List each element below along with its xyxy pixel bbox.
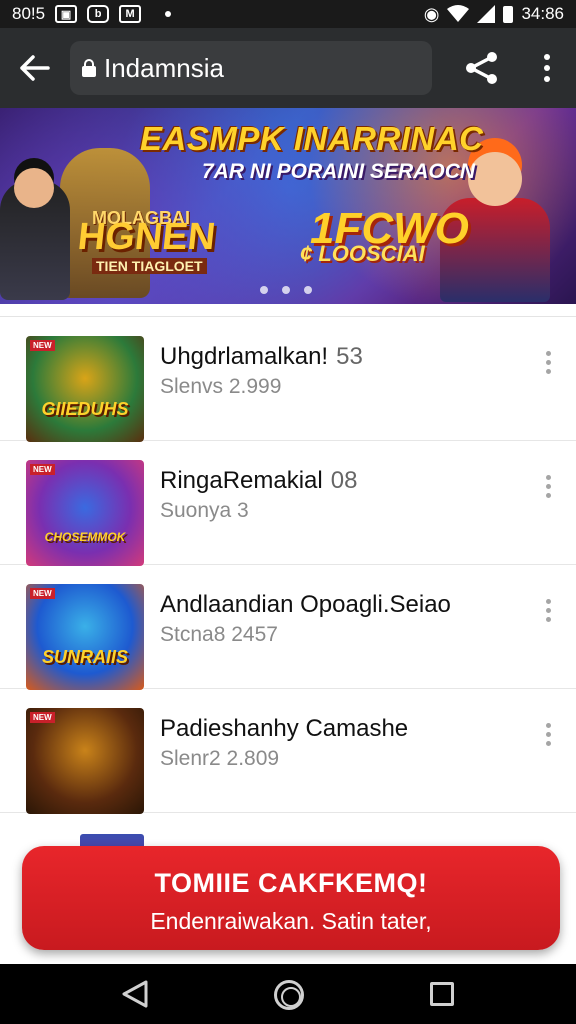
mail-icon: M xyxy=(119,5,142,23)
banner-logo: HGNEN xyxy=(75,216,218,258)
banner-page-indicator[interactable] xyxy=(260,286,312,294)
more-vert-icon[interactable] xyxy=(538,345,558,379)
list-item[interactable]: NEW Padieshanhy Camashe Slenr2 2.809 xyxy=(0,689,576,814)
url-bar[interactable]: Indamnsia xyxy=(70,41,432,95)
app-bar: Indamnsia xyxy=(0,28,576,108)
share-icon xyxy=(466,52,497,84)
alert-banner[interactable]: TOMIIE CAKFKEMQ! Endenraiwakan. Satin ta… xyxy=(22,846,560,950)
banner-logo-bottom: TIEN TIAGLOET xyxy=(92,258,207,274)
game-thumbnail: NEW SUNRAIIS xyxy=(26,584,144,690)
item-count: 53 xyxy=(336,343,363,370)
game-thumbnail: NEW CHOSEMMOK xyxy=(26,460,144,566)
alert-title: TOMIIE CAKFKEMQ! xyxy=(154,868,428,898)
alert-message: Endenraiwakan. Satin tater, xyxy=(150,908,432,934)
nav-recents-icon[interactable] xyxy=(430,982,454,1006)
page-dot[interactable] xyxy=(304,286,312,294)
item-title-text: Andlaandian Opoagli.Seiao xyxy=(160,591,451,618)
banner-hero-left-head-art xyxy=(14,168,54,208)
lock-icon xyxy=(82,59,96,77)
location-icon: ◉ xyxy=(423,3,440,24)
game-list: NEW GIIEDUHS Uhgdrlamalkan! 53 Slenvs 2.9… xyxy=(0,316,576,814)
promo-banner[interactable]: EASMPK INARRINAC 7AR NI PORAINI SERAOCN … xyxy=(0,108,576,304)
game-thumbnail: NEW xyxy=(26,708,144,814)
status-bar: 80!5 ▣ b M ◉ 34:86 xyxy=(0,0,576,28)
status-time-right: 34:86 xyxy=(521,4,564,23)
back-arrow-icon xyxy=(20,55,50,81)
item-title-text: Uhgdrlamalkan! xyxy=(160,343,329,370)
more-vert-icon[interactable] xyxy=(538,469,558,503)
more-vert-icon[interactable] xyxy=(538,717,558,751)
item-subtitle: Stcna8 2457 xyxy=(160,623,278,646)
list-item[interactable]: NEW CHOSEMMOK RingaRemakial 08 Suonya 3 xyxy=(0,441,576,566)
nav-back-icon[interactable] xyxy=(120,980,150,1008)
item-subtitle: Slenr2 2.809 xyxy=(160,747,280,770)
banner-hero-right-head-art xyxy=(468,152,522,206)
game-thumbnail: NEW GIIEDUHS xyxy=(26,336,144,442)
url-text: Indamnsia xyxy=(104,52,224,83)
bag-icon: b xyxy=(87,5,110,23)
banner-title: EASMPK INARRINAC xyxy=(140,120,484,157)
thumb-label: CHOSEMMOK xyxy=(44,530,126,544)
thumb-label: SUNRAIIS xyxy=(41,647,128,667)
signal-icon xyxy=(477,5,496,23)
item-title: RingaRemakial 08 xyxy=(160,467,357,495)
thumb-badge: NEW xyxy=(30,712,55,723)
page-dot[interactable] xyxy=(282,286,290,294)
more-vert-icon[interactable] xyxy=(538,593,558,627)
more-vert-icon[interactable] xyxy=(530,46,564,90)
thumb-badge: NEW xyxy=(30,588,55,599)
thumb-badge: NEW xyxy=(30,340,55,351)
share-button[interactable] xyxy=(462,48,502,88)
photo-icon: ▣ xyxy=(55,5,78,23)
nav-home-icon[interactable] xyxy=(274,980,304,1010)
item-count: 08 xyxy=(330,467,358,494)
banner-tag: ¢ LOOSCIAI xyxy=(300,241,425,266)
wifi-icon xyxy=(447,5,470,22)
system-nav-bar xyxy=(0,964,576,1024)
battery-icon xyxy=(503,5,514,23)
item-subtitle: Slenvs 2.999 xyxy=(160,375,282,398)
list-item[interactable]: NEW SUNRAIIS Andlaandian Opoagli.Seiao S… xyxy=(0,565,576,690)
status-time-left: 80!5 xyxy=(12,4,46,23)
thumb-badge: NEW xyxy=(30,464,55,475)
item-subtitle: Suonya 3 xyxy=(160,499,249,522)
notification-dot-icon xyxy=(165,11,172,17)
list-item[interactable]: NEW GIIEDUHS Uhgdrlamalkan! 53 Slenvs 2.9… xyxy=(0,317,576,442)
item-title: Andlaandian Opoagli.Seiao xyxy=(160,591,451,619)
thumb-label: GIIEDUHS xyxy=(41,399,129,419)
item-title-text: Padieshanhy Camashe xyxy=(160,715,409,742)
item-title: Uhgdrlamalkan! 53 xyxy=(160,343,363,371)
banner-subtitle: 7AR NI PORAINI SERAOCN xyxy=(202,160,476,183)
item-title-text: RingaRemakial xyxy=(160,467,323,494)
item-title: Padieshanhy Camashe xyxy=(160,715,408,743)
page-dot[interactable] xyxy=(260,286,268,294)
back-button[interactable] xyxy=(0,28,70,108)
